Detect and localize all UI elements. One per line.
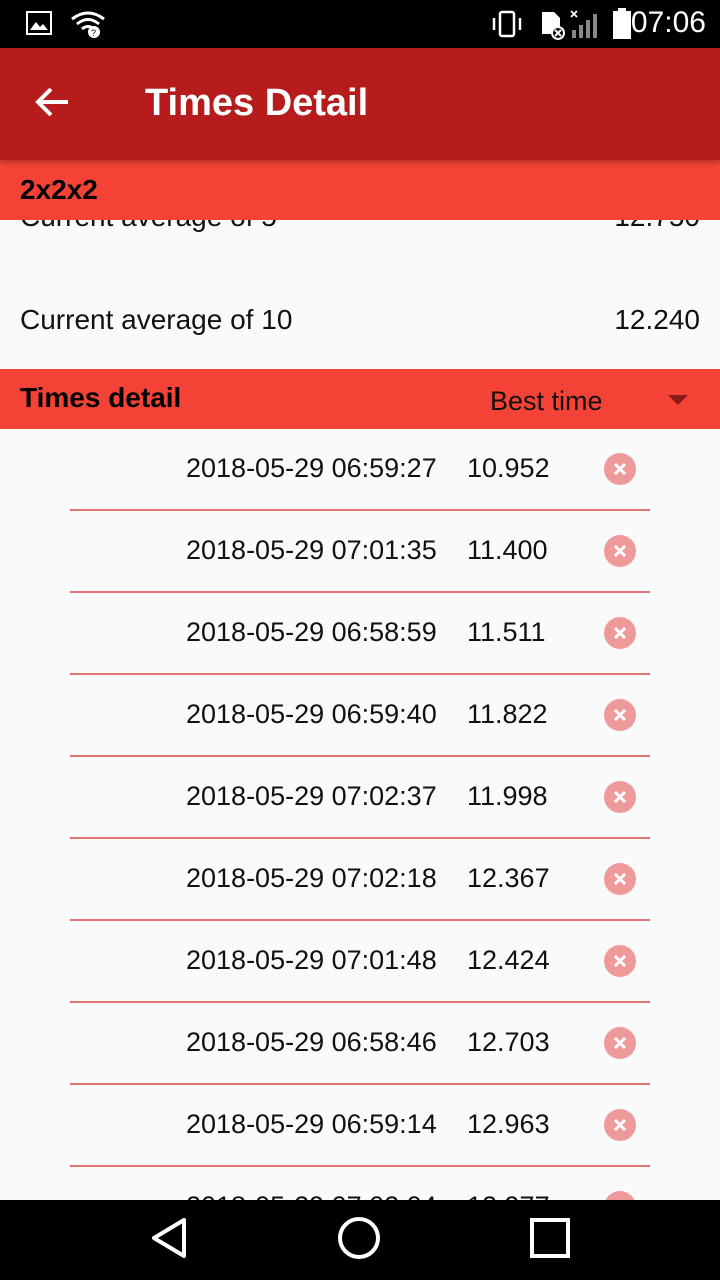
list-item[interactable]: 2018-05-29 07:01:48 12.424: [0, 921, 720, 1003]
time-date: 2018-05-29 06:59:27: [186, 453, 437, 483]
recents-square-icon: [528, 1216, 572, 1265]
list-item[interactable]: 2018-05-29 06:59:40 11.822: [0, 675, 720, 757]
times-detail-title: Times detail: [20, 382, 182, 413]
delete-icon[interactable]: [604, 1191, 636, 1200]
average-label: Current average of 10: [20, 304, 293, 335]
app-toolbar: Times Detail: [0, 48, 720, 160]
list-item[interactable]: 2018-05-29 06:58:46 12.703: [0, 1003, 720, 1085]
time-date: 2018-05-29 07:02:18: [186, 863, 437, 893]
time-date: 2018-05-29 07:02:04: [186, 1191, 437, 1200]
sort-dropdown[interactable]: Best time: [490, 369, 720, 429]
sort-selected-value: Best time: [490, 386, 603, 416]
delete-icon[interactable]: [604, 699, 636, 731]
category-header: 2x2x2: [0, 160, 720, 220]
time-date: 2018-05-29 06:59:40: [186, 699, 437, 729]
average-row: Current average of 10 12.240: [0, 304, 720, 354]
svg-text:?: ?: [91, 28, 96, 38]
time-date: 2018-05-29 07:02:37: [186, 781, 437, 811]
wifi-question-icon: ?: [70, 10, 106, 43]
delete-icon[interactable]: [604, 453, 636, 485]
times-list: 2018-05-29 06:59:27 10.952 2018-05-29 07…: [0, 429, 720, 1200]
time-date: 2018-05-29 06:58:46: [186, 1027, 437, 1057]
delete-icon[interactable]: [604, 863, 636, 895]
delete-icon[interactable]: [604, 781, 636, 813]
list-item[interactable]: 2018-05-29 07:01:35 11.400: [0, 511, 720, 593]
time-value: 11.511: [467, 617, 546, 647]
time-value: 11.998: [467, 781, 548, 811]
vibrate-icon: [490, 10, 524, 43]
time-value: 12.963: [467, 1109, 550, 1139]
delete-icon[interactable]: [604, 945, 636, 977]
arrow-left-icon: [34, 86, 70, 123]
time-date: 2018-05-29 06:59:14: [186, 1109, 437, 1139]
delete-icon[interactable]: [604, 1027, 636, 1059]
battery-icon: [612, 8, 632, 45]
delete-icon[interactable]: [604, 1109, 636, 1141]
nav-back-button[interactable]: [140, 1210, 200, 1270]
time-date: 2018-05-29 07:01:48: [186, 945, 437, 975]
nav-home-button[interactable]: [329, 1210, 389, 1270]
time-value: 12.703: [467, 1027, 550, 1057]
image-icon: [26, 10, 52, 41]
navigation-bar: [0, 1200, 720, 1280]
list-item[interactable]: 2018-05-29 07:02:04 12.977: [0, 1167, 720, 1200]
time-value: 10.952: [467, 453, 550, 483]
sd-card-icon: [538, 10, 566, 45]
back-button[interactable]: [20, 72, 84, 136]
time-value: 12.977: [467, 1191, 550, 1200]
time-value: 12.367: [467, 863, 550, 893]
list-item[interactable]: 2018-05-29 06:58:59 11.511: [0, 593, 720, 675]
status-time: 07:06: [630, 6, 706, 39]
list-item[interactable]: 2018-05-29 07:02:37 11.998: [0, 757, 720, 839]
category-name: 2x2x2: [20, 174, 98, 205]
nav-recents-button[interactable]: [520, 1210, 580, 1270]
home-circle-icon: [336, 1215, 382, 1266]
list-item[interactable]: 2018-05-29 06:59:27 10.952: [0, 429, 720, 511]
list-item[interactable]: 2018-05-29 07:02:18 12.367: [0, 839, 720, 921]
dropdown-arrow-icon: [668, 395, 688, 405]
page-title: Times Detail: [145, 82, 369, 124]
status-bar: ? 07:06: [0, 0, 720, 48]
back-triangle-icon: [148, 1216, 192, 1265]
time-date: 2018-05-29 07:01:35: [186, 535, 437, 565]
delete-icon[interactable]: [604, 535, 636, 567]
delete-icon[interactable]: [604, 617, 636, 649]
time-value: 11.822: [467, 699, 548, 729]
list-item[interactable]: 2018-05-29 06:59:14 12.963: [0, 1085, 720, 1167]
time-date: 2018-05-29 06:58:59: [186, 617, 437, 647]
time-value: 12.424: [467, 945, 550, 975]
times-detail-header: Times detail Best time: [0, 369, 720, 429]
average-value: 12.240: [614, 304, 700, 335]
signal-off-icon: [570, 10, 602, 45]
time-value: 11.400: [467, 535, 548, 565]
